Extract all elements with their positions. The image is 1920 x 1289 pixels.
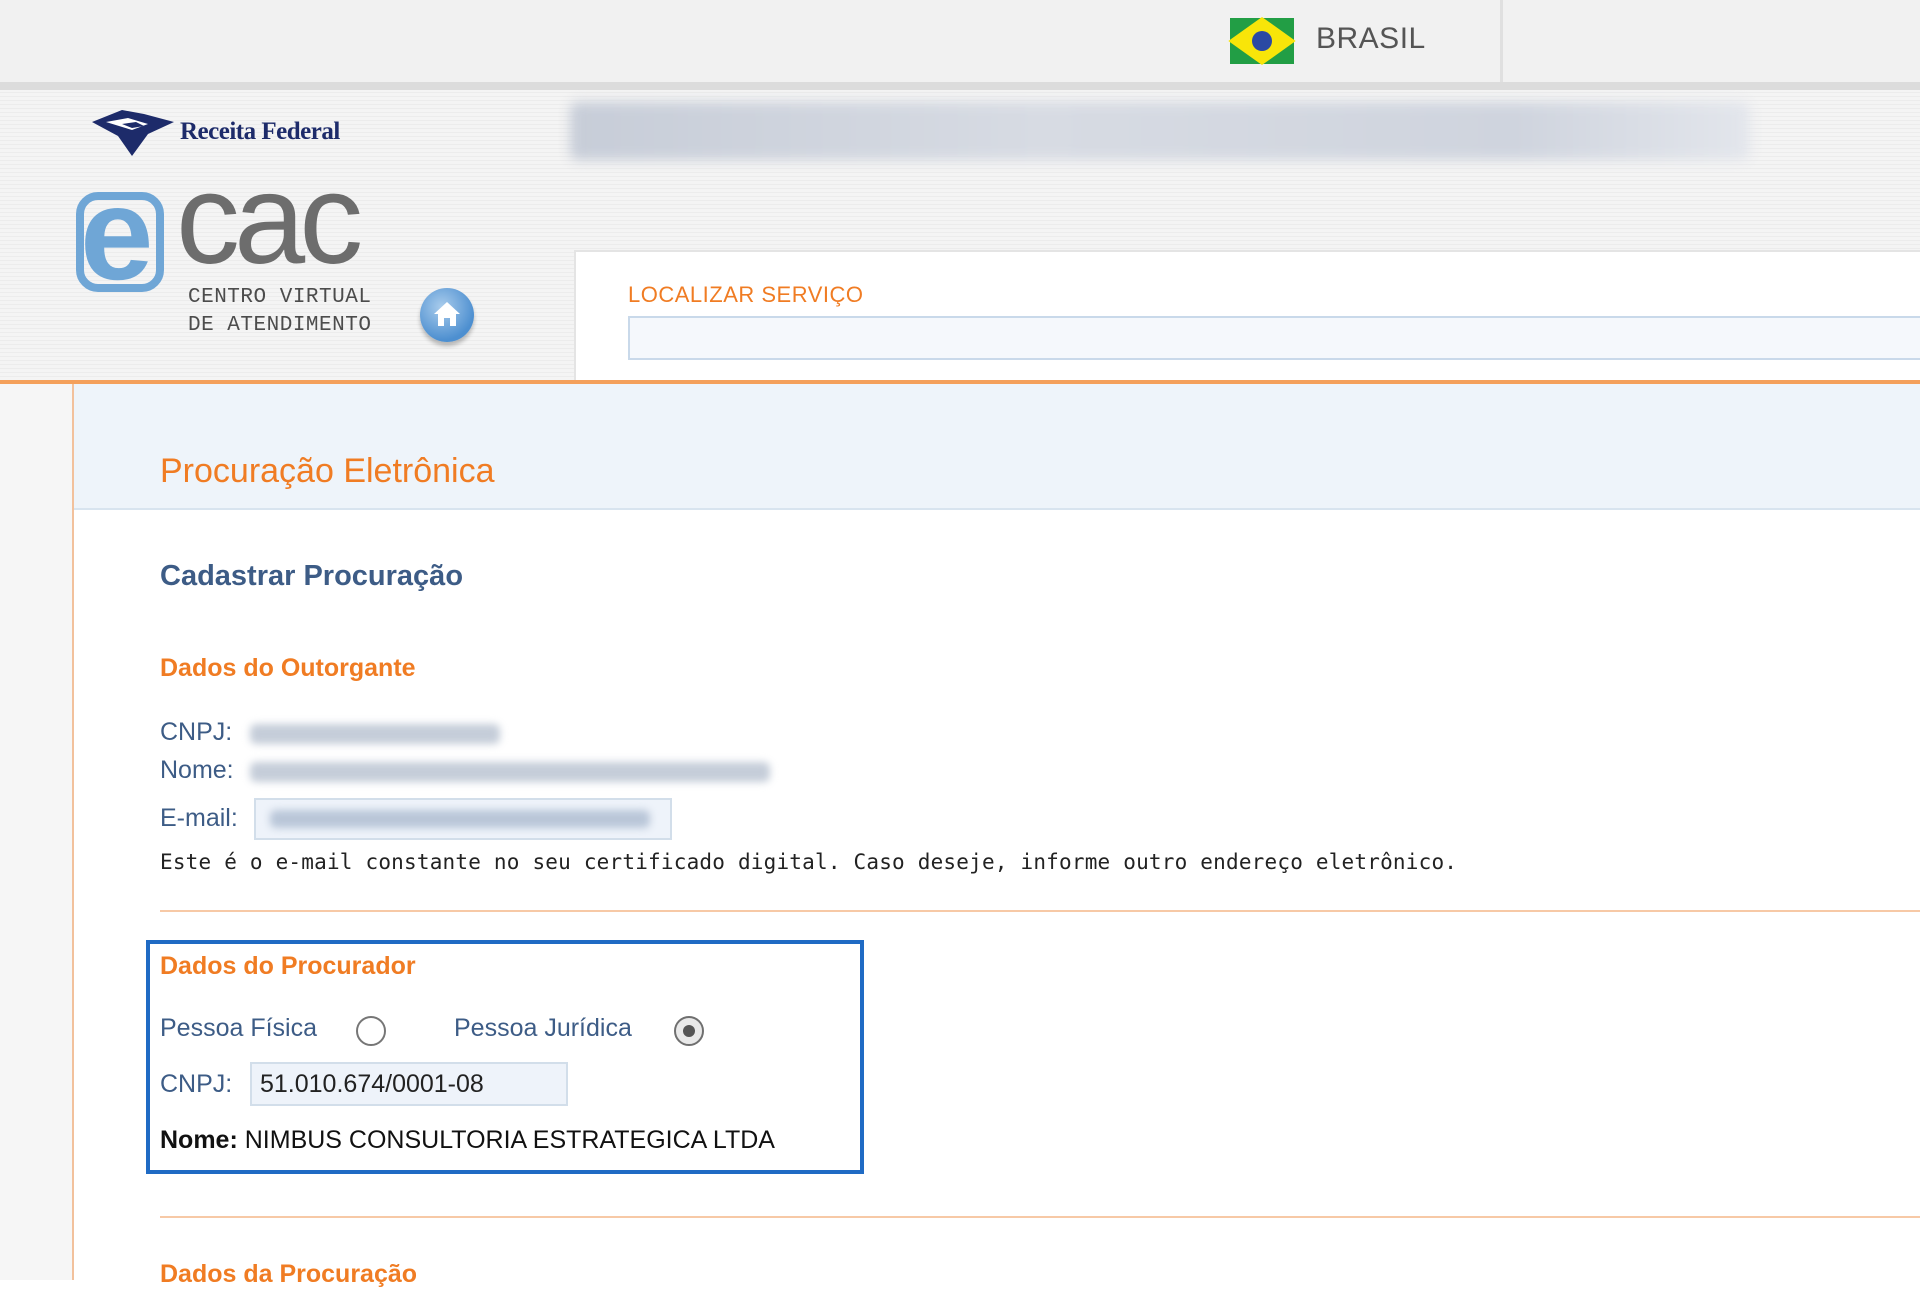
outorgante-cnpj-label: CNPJ: [160,718,233,746]
radio-pessoa-juridica[interactable] [674,1016,704,1046]
receita-federal-brand: Receita Federal [180,118,340,145]
receita-federal-logo-icon [92,110,174,156]
title-strip: Procuração Eletrônica [74,384,1920,510]
search-input[interactable] [628,316,1920,360]
country-link[interactable]: BRASIL [1316,22,1426,56]
outorgante-heading: Dados do Outorgante [160,654,416,682]
outorgante-cnpj-value-blurred [250,724,500,744]
left-rail [0,384,74,1280]
flag-globe [1252,31,1272,51]
ecac-subtitle-line1: CENTRO VIRTUAL [188,286,372,309]
ecac-subtitle-line2: DE ATENDIMENTO [188,314,372,337]
page-title: Procuração Eletrônica [160,452,495,490]
procurador-nome-label: Nome: [160,1126,238,1154]
procurador-nome-value: NIMBUS CONSULTORIA ESTRATEGICA LTDA [244,1126,775,1154]
home-button[interactable] [420,288,474,342]
outorgante-nome-label: Nome: [160,756,234,784]
procurador-cnpj-input[interactable] [250,1062,568,1106]
header-band [0,82,1920,90]
gov-top-bar: BRASIL [0,0,1920,82]
email-note: Este é o e-mail constante no seu certifi… [160,850,1458,874]
site-header: Receita Federal e cac CENTRO VIRTUAL DE … [0,90,1920,380]
ecac-cac-text: cac [176,148,363,291]
option-pessoa-juridica-label[interactable]: Pessoa Jurídica [454,1014,632,1043]
ecac-logo[interactable]: e cac CENTRO VIRTUAL DE ATENDIMENTO [72,156,372,406]
outorgante-nome-value-blurred [250,762,770,782]
brazil-flag-icon[interactable] [1228,16,1296,66]
procurador-heading: Dados do Procurador [160,952,416,980]
home-icon [434,302,460,326]
section-title: Cadastrar Procuração [160,560,464,592]
search-panel: LOCALIZAR SERVIÇO [574,250,1920,380]
search-label: LOCALIZAR SERVIÇO [628,282,864,307]
option-pessoa-fisica-label[interactable]: Pessoa Física [160,1014,317,1043]
outorgante-email-label: E-mail: [160,804,238,832]
outorgante-email-input[interactable] [254,798,672,840]
main-content: Procuração Eletrônica Cadastrar Procuraç… [74,384,1920,1288]
divider-2 [160,1216,1920,1218]
blurred-header-text [570,102,1750,160]
radio-pessoa-fisica[interactable] [356,1016,386,1046]
procurador-nome: Nome: NIMBUS CONSULTORIA ESTRATEGICA LTD… [160,1126,775,1155]
ecac-e-letter: e [80,160,154,307]
govbar-divider [1500,0,1503,82]
email-value-blurred [270,810,650,828]
procuracao-heading: Dados da Procuração [160,1260,418,1288]
divider-1 [160,910,1920,912]
procurador-cnpj-label: CNPJ: [160,1070,233,1098]
